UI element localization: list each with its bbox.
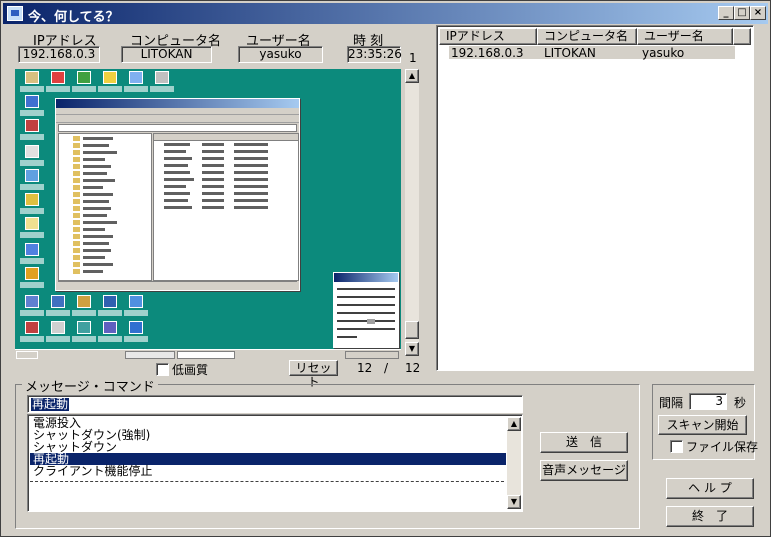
client-computer: LITOKAN	[544, 46, 596, 60]
time-value: 23:35:26	[347, 46, 402, 63]
desktop-icon	[123, 321, 149, 347]
scroll-down-icon[interactable]: ▼	[405, 342, 419, 356]
voice-message-button[interactable]: 音声メッセージ	[540, 460, 628, 481]
counter-total: 12	[405, 361, 421, 375]
column-header-ip[interactable]: IPアドレス	[439, 28, 537, 45]
scroll-down-icon[interactable]: ▼	[507, 495, 521, 509]
desktop-icon	[45, 321, 71, 347]
computer-value: LITOKAN	[121, 46, 212, 63]
save-file-checkbox[interactable]	[670, 440, 683, 453]
desktop-icon	[19, 321, 45, 347]
remote-explorer-window	[55, 98, 300, 291]
counter-separator: /	[384, 361, 389, 375]
command-item[interactable]: クライアント機能停止	[30, 465, 506, 477]
desktop-icon	[71, 295, 97, 321]
reset-button[interactable]: リセット	[289, 360, 338, 389]
exit-button[interactable]: 終 了	[666, 506, 754, 527]
command-input-value: 再起動	[31, 397, 70, 411]
help-button[interactable]: ヘ ル プ	[666, 478, 754, 499]
scan-start-button[interactable]: スキャン開始	[658, 415, 747, 435]
maximize-button[interactable]: □	[734, 6, 750, 20]
client-user: yasuko	[642, 46, 685, 60]
desktop-icon	[19, 217, 45, 243]
send-button[interactable]: 送 信	[540, 432, 628, 453]
title-bar[interactable]: 今、何してる？ _ □ ×	[3, 3, 768, 25]
remote-screen-preview[interactable]	[15, 69, 401, 360]
close-button[interactable]: ×	[750, 6, 766, 20]
page-indicator: 1	[409, 51, 417, 65]
message-group-label: メッセージ・コマンド	[22, 376, 158, 395]
list-divider	[30, 481, 504, 482]
command-item[interactable]: シャットダウン	[30, 441, 506, 453]
desktop-icon	[19, 193, 45, 219]
command-list[interactable]: 電源投入 シャットダウン(強制) シャットダウン 再起動 クライアント機能停止 …	[27, 414, 523, 512]
remote-taskbar	[15, 349, 401, 360]
client-ip: 192.168.0.3	[451, 46, 524, 60]
remote-calendar-window	[333, 272, 399, 348]
column-header-user[interactable]: ユーザー名	[637, 28, 733, 45]
command-list-scrollbar[interactable]: ▲ ▼	[507, 417, 521, 509]
desktop-icon	[123, 295, 149, 321]
desktop-icon	[123, 71, 149, 97]
desktop-icon	[45, 71, 71, 97]
desktop-icon	[19, 243, 45, 269]
low-quality-checkbox[interactable]	[156, 363, 169, 376]
scroll-up-icon[interactable]: ▲	[507, 417, 521, 431]
desktop-icon	[97, 295, 123, 321]
desktop-icon	[45, 295, 71, 321]
desktop-icon	[97, 71, 123, 97]
desktop-icon	[19, 145, 45, 171]
desktop-icon	[19, 119, 45, 145]
desktop-icon	[97, 321, 123, 347]
desktop-icon	[71, 71, 97, 97]
minimize-button[interactable]: _	[718, 6, 734, 20]
interval-label: 間隔	[659, 396, 684, 410]
interval-input[interactable]: 3	[689, 393, 727, 410]
client-list[interactable]: IPアドレス コンピュータ名 ユーザー名 192.168.0.3 LITOKAN…	[436, 25, 754, 371]
interval-unit: 秒	[734, 396, 747, 410]
column-header-computer[interactable]: コンピュータ名	[537, 28, 637, 45]
column-header-filler	[733, 28, 751, 45]
desktop-icon	[19, 169, 45, 195]
desktop-icon	[19, 71, 45, 97]
window-title: 今、何してる？	[28, 10, 119, 25]
counter-current: 12	[357, 361, 373, 375]
scroll-thumb[interactable]	[405, 321, 419, 339]
desktop-icon	[149, 71, 175, 97]
preview-scrollbar[interactable]: ▲ ▼	[405, 69, 419, 356]
scroll-up-icon[interactable]: ▲	[405, 69, 419, 83]
desktop-icon	[19, 295, 45, 321]
user-value: yasuko	[238, 46, 323, 63]
app-icon	[7, 6, 23, 21]
main-window: 今、何してる？ _ □ × IPアドレス 192.168.0.3 コンピュータ名…	[0, 0, 771, 537]
ip-value: 192.168.0.3	[18, 46, 100, 63]
save-file-label: ファイル保存	[686, 440, 759, 454]
client-row[interactable]: 192.168.0.3 LITOKAN yasuko	[449, 46, 735, 60]
desktop-icon	[19, 267, 45, 293]
command-input[interactable]: 再起動	[27, 395, 523, 413]
desktop-icon	[71, 321, 97, 347]
low-quality-label: 低画質	[172, 363, 209, 377]
desktop-icon	[19, 95, 45, 121]
